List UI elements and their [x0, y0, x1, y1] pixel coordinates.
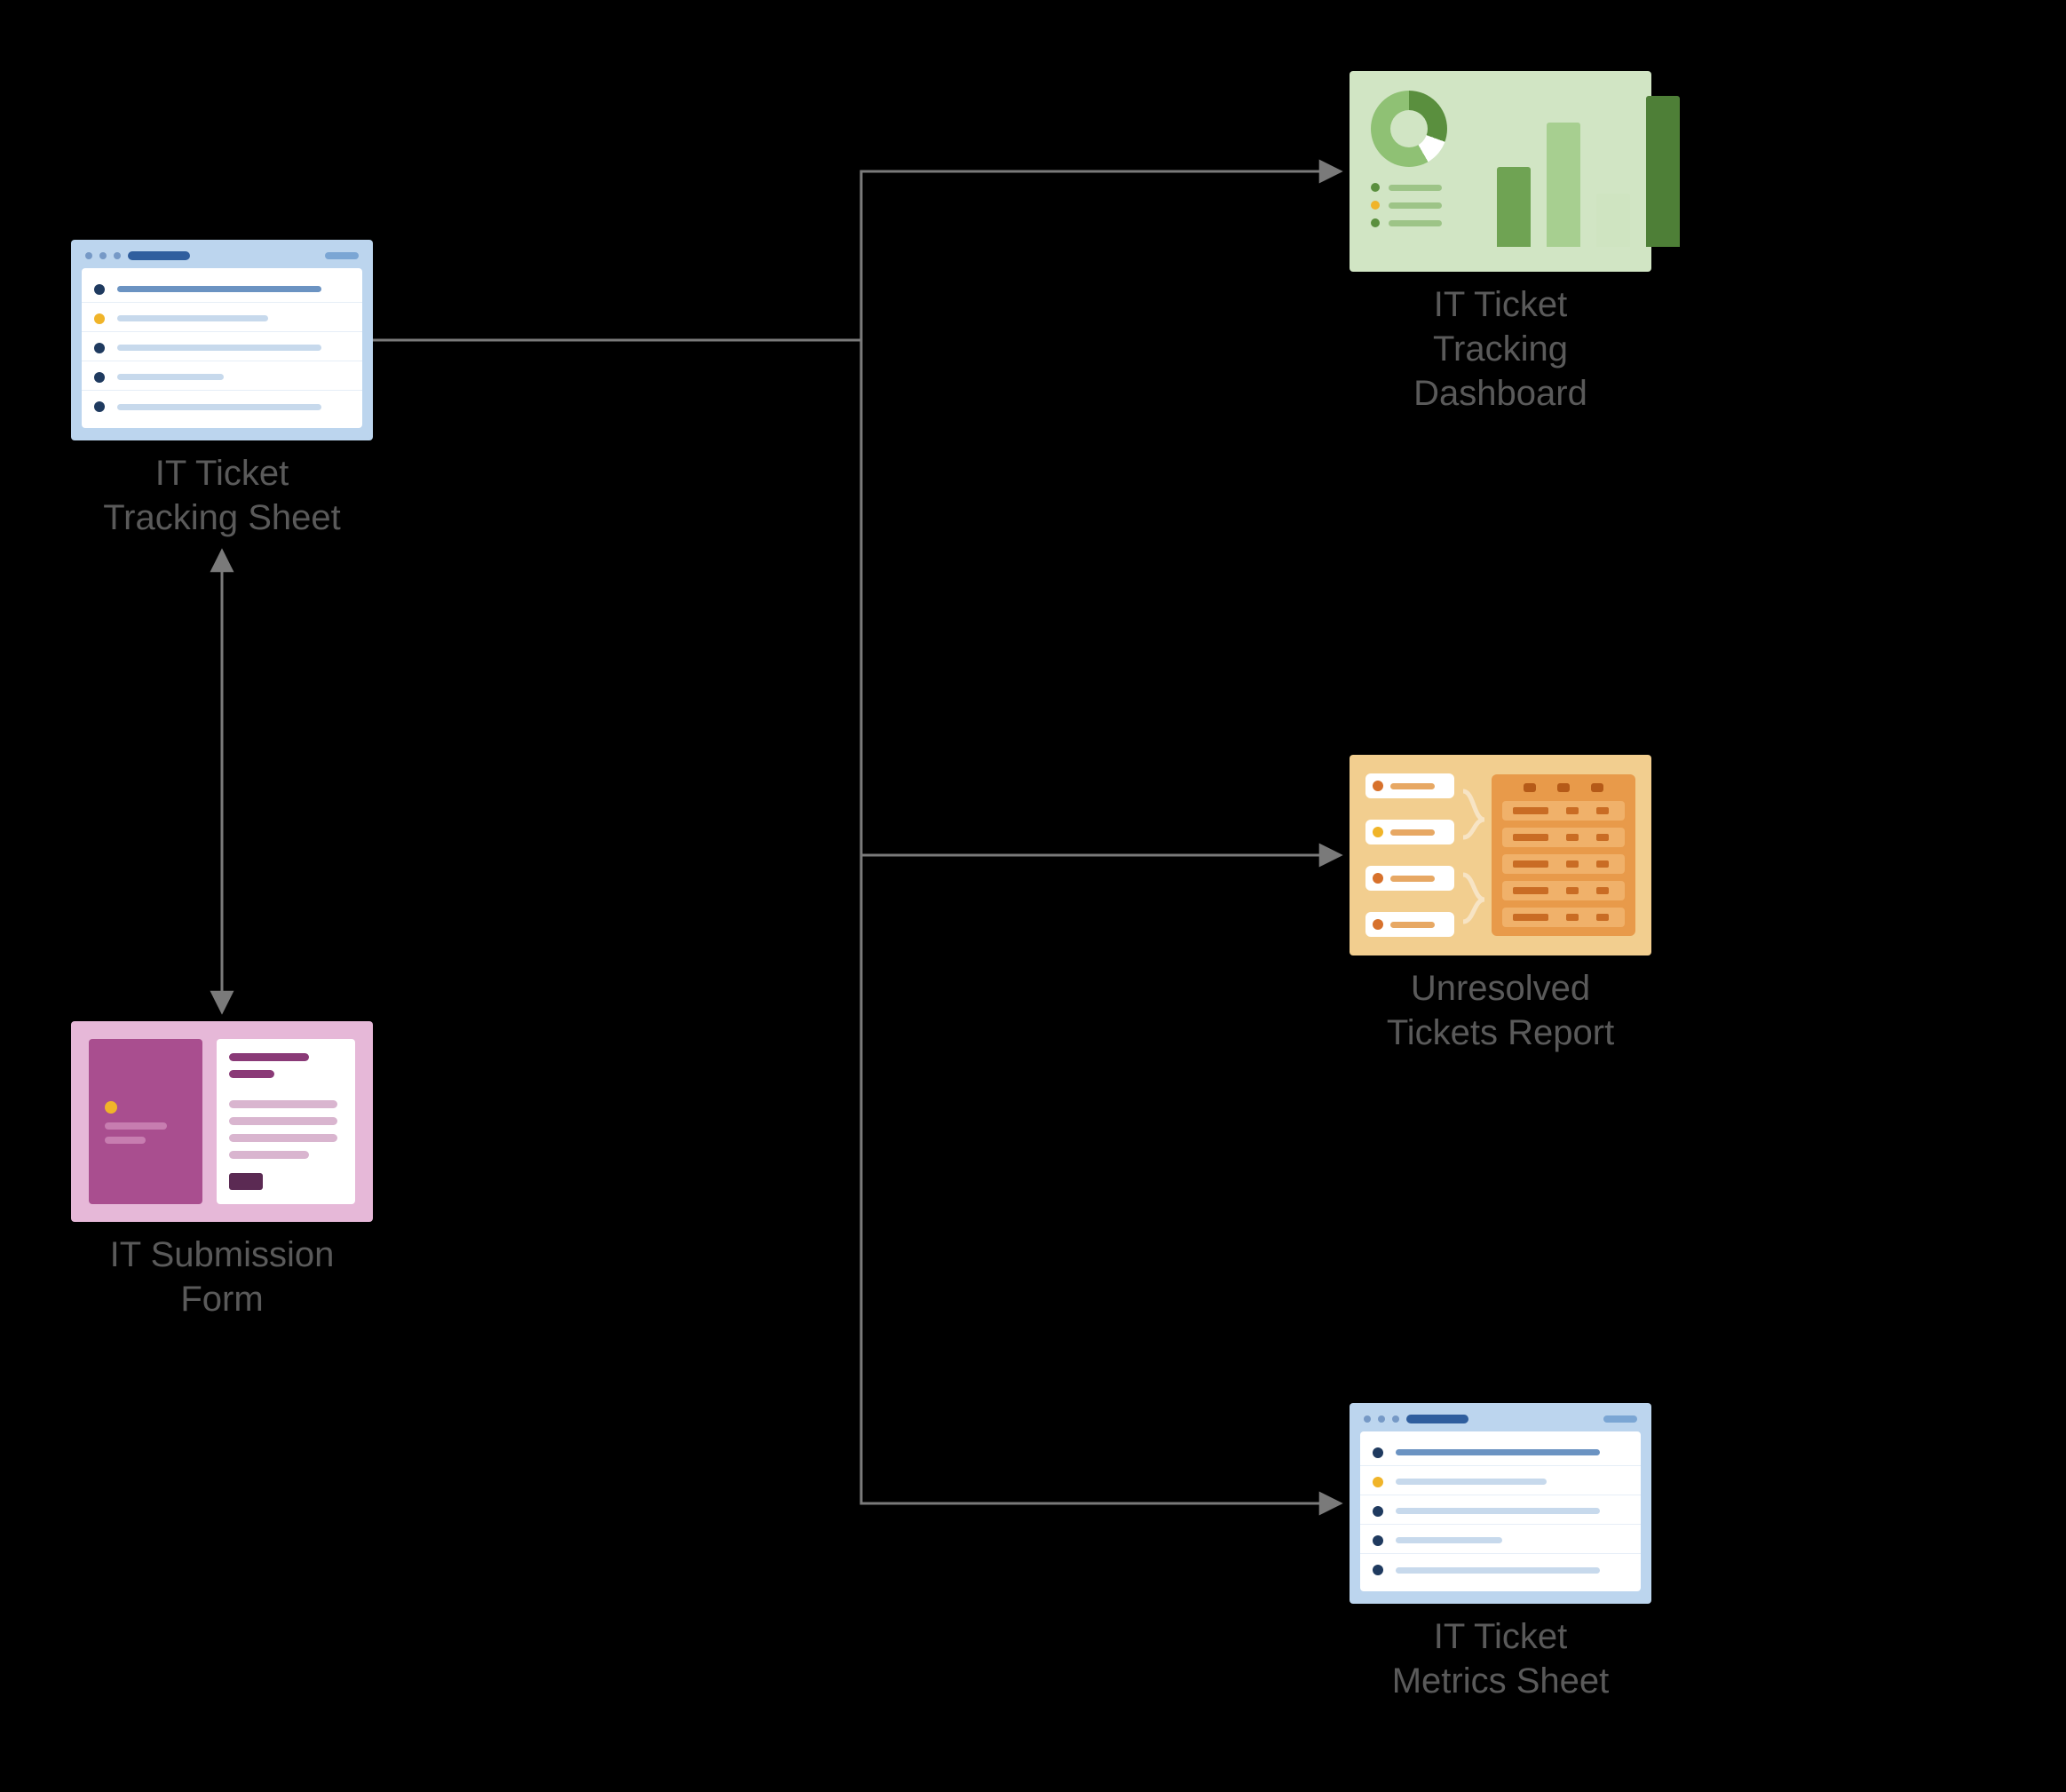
node-label: IT SubmissionForm — [71, 1233, 373, 1321]
node-label: IT TicketTrackingDashboard — [1350, 282, 1651, 416]
node-metrics-sheet[interactable]: IT TicketMetrics Sheet — [1350, 1403, 1651, 1703]
diagram-canvas: IT TicketTracking Sheet IT SubmissionFor… — [0, 0, 2066, 1792]
node-dashboard[interactable]: IT TicketTrackingDashboard — [1350, 71, 1651, 416]
node-label: IT TicketMetrics Sheet — [1350, 1614, 1651, 1703]
node-report[interactable]: UnresolvedTickets Report — [1350, 755, 1651, 1055]
node-label: UnresolvedTickets Report — [1350, 966, 1651, 1055]
node-tracking-sheet[interactable]: IT TicketTracking Sheet — [71, 240, 373, 540]
report-icon — [1350, 755, 1651, 955]
form-icon — [71, 1021, 373, 1222]
dashboard-icon — [1350, 71, 1651, 272]
node-label: IT TicketTracking Sheet — [71, 451, 373, 540]
node-submission-form[interactable]: IT SubmissionForm — [71, 1021, 373, 1321]
sheet-icon — [1350, 1403, 1651, 1604]
sheet-icon — [71, 240, 373, 440]
